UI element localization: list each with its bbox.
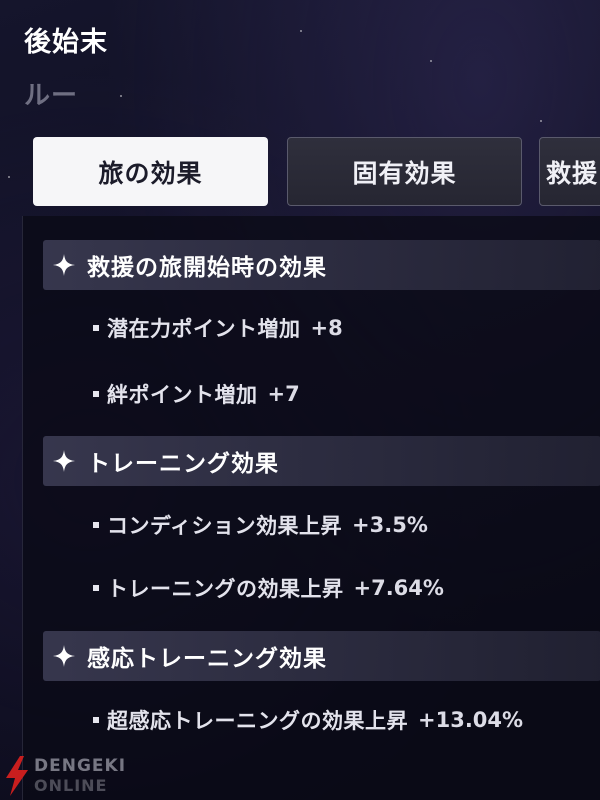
- bullet-icon: [93, 522, 99, 528]
- effect-label: 超感応トレーニングの効果上昇: [107, 709, 408, 733]
- lightning-bolt-icon: [6, 756, 28, 796]
- tab-bar: 旅の効果 固有効果 救援: [33, 137, 600, 207]
- effect-value: +8: [310, 316, 343, 340]
- background-star: [430, 60, 432, 62]
- background-star: [540, 120, 542, 122]
- effect-value: +3.5%: [352, 513, 428, 537]
- effect-label: コンディション効果上昇: [107, 514, 343, 538]
- section-title: トレーニング効果: [87, 451, 279, 477]
- section-header-rescue-start: 救援の旅開始時の効果: [43, 240, 600, 290]
- bullet-icon: [93, 717, 99, 723]
- effect-label: トレーニングの効果上昇: [107, 577, 344, 601]
- bullet-icon: [93, 585, 99, 591]
- watermark-line2: ONLINE: [34, 776, 108, 795]
- tab-journey-effects[interactable]: 旅の効果: [33, 137, 268, 206]
- page-title: 後始末: [24, 27, 108, 58]
- sparkle-icon: [53, 450, 75, 472]
- character-header: 後始末 ルー: [24, 20, 108, 112]
- effect-item: コンディション効果上昇 +3.5%: [93, 510, 428, 540]
- section-title: 救援の旅開始時の効果: [87, 255, 327, 281]
- sparkle-icon: [53, 254, 75, 276]
- effect-item: トレーニングの効果上昇 +7.64%: [93, 573, 444, 603]
- effect-item: 潜在力ポイント増加 +8: [93, 313, 343, 343]
- effect-label: 潜在力ポイント増加: [107, 317, 301, 341]
- bullet-icon: [93, 391, 99, 397]
- background-star: [120, 95, 122, 97]
- tab-unique-effects[interactable]: 固有効果: [287, 137, 522, 206]
- background-star: [300, 30, 302, 32]
- effect-value: +13.04%: [418, 708, 524, 732]
- bullet-icon: [93, 325, 99, 331]
- effect-value: +7.64%: [353, 576, 444, 600]
- character-name: ルー: [24, 81, 79, 111]
- watermark-line1: DENGEKI: [34, 756, 127, 776]
- dengeki-online-watermark: DENGEKI ONLINE: [2, 756, 126, 796]
- sparkle-icon: [53, 645, 75, 667]
- effect-item: 超感応トレーニングの効果上昇 +13.04%: [93, 705, 523, 735]
- section-header-training: トレーニング効果: [43, 436, 600, 486]
- tab-rescue[interactable]: 救援: [539, 137, 600, 206]
- effect-value: +7: [267, 382, 300, 406]
- section-header-resonance-training: 感応トレーニング効果: [43, 631, 600, 681]
- effects-panel: 救援の旅開始時の効果 潜在力ポイント増加 +8 絆ポイント増加 +7 トレーニン…: [22, 216, 600, 800]
- background-star: [8, 176, 10, 178]
- effect-item: 絆ポイント増加 +7: [93, 379, 300, 409]
- section-title: 感応トレーニング効果: [87, 646, 327, 672]
- effect-label: 絆ポイント増加: [107, 383, 258, 407]
